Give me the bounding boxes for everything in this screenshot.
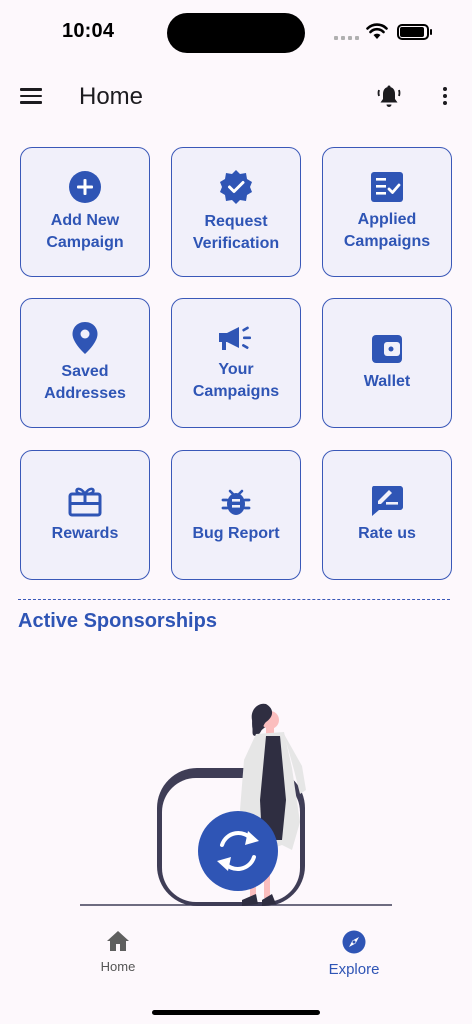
tile-label: Rewards (51, 525, 119, 542)
home-indicator[interactable] (152, 1010, 320, 1015)
tile-label: Rate us (358, 525, 416, 542)
home-icon (107, 931, 129, 951)
tile-saved-addresses[interactable]: Saved Addresses (20, 298, 150, 428)
tile-label: Saved Addresses (44, 363, 126, 402)
nav-item-explore[interactable]: Explore (322, 930, 386, 978)
tile-your-campaigns[interactable]: Your Campaigns (171, 298, 301, 428)
status-bar: 10:04 (0, 0, 472, 64)
nav-item-home[interactable]: Home (88, 930, 148, 974)
add-circle-icon (69, 171, 101, 203)
tile-label: Wallet (363, 373, 411, 390)
tile-applied-campaigns[interactable]: Applied Campaigns (322, 147, 452, 277)
bug-icon (221, 489, 251, 515)
location-pin-icon (72, 322, 98, 354)
nav-label-home: Home (100, 959, 136, 974)
empty-state-illustration (80, 703, 392, 906)
checklist-icon (371, 172, 403, 202)
tile-add-new-campaign[interactable]: Add New Campaign (20, 147, 150, 277)
tile-rewards[interactable]: Rewards (20, 450, 150, 580)
section-title: Active Sponsorships (18, 610, 217, 632)
tile-label: Your Campaigns (192, 361, 280, 400)
menu-icon[interactable] (20, 88, 42, 104)
dynamic-island (167, 13, 305, 53)
battery-icon (397, 24, 432, 40)
page-title: Home (79, 83, 144, 110)
more-vert-icon[interactable] (442, 87, 448, 107)
tile-label: Bug Report (192, 525, 280, 542)
rate-edit-icon (372, 486, 403, 516)
tile-request-verification[interactable]: Request Verification (171, 147, 301, 277)
status-time: 10:04 (62, 20, 115, 42)
home-screen: 10:04 Home Add New Campaign Request Veri… (0, 0, 472, 1024)
section-divider (18, 599, 450, 600)
compass-icon (342, 930, 366, 954)
tile-label: Applied Campaigns (343, 211, 431, 250)
megaphone-icon (219, 326, 251, 350)
wifi-icon (366, 23, 388, 39)
tile-label: Request Verification (192, 213, 280, 252)
app-bar: Home (0, 72, 472, 122)
notification-bell-icon[interactable] (376, 84, 402, 110)
verified-badge-icon (220, 170, 252, 204)
tile-rate-us[interactable]: Rate us (322, 450, 452, 580)
cellular-signal-icon (334, 36, 359, 40)
tile-label: Add New Campaign (46, 212, 124, 251)
nav-label-explore: Explore (328, 961, 380, 978)
tile-wallet[interactable]: Wallet (322, 298, 452, 428)
tile-bug-report[interactable]: Bug Report (171, 450, 301, 580)
gift-card-icon (68, 487, 102, 517)
wallet-icon (372, 335, 402, 363)
